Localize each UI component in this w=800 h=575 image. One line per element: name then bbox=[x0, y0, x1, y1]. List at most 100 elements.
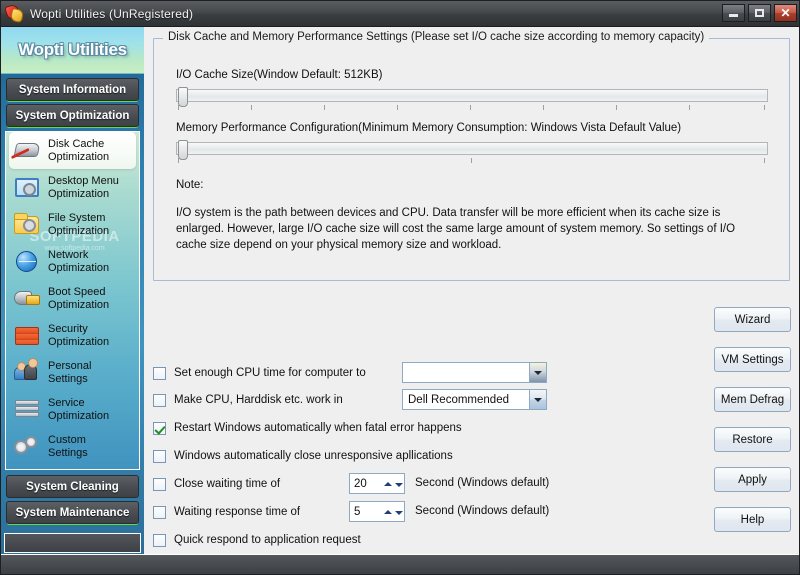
close-icon: ✕ bbox=[780, 6, 791, 20]
option-label: Windows automatically close unresponsive… bbox=[174, 450, 453, 462]
option-row-restart-windows: Restart Windows automatically when fatal… bbox=[153, 418, 462, 438]
sidebar-section-label: System Optimization bbox=[15, 109, 130, 122]
desktop-menu-icon bbox=[11, 173, 43, 203]
option-label: Close waiting time of bbox=[174, 478, 281, 490]
spinner-buttons[interactable] bbox=[382, 502, 404, 521]
note-body: I/O system is the path between devices a… bbox=[176, 207, 736, 251]
unit-label-waiting-response: Second (Windows default) bbox=[415, 505, 550, 517]
option-label: Set enough CPU time for computer to bbox=[174, 367, 366, 379]
checkbox-close-unresponsive-applications[interactable] bbox=[153, 449, 166, 463]
sidebar-section-system-maintenance[interactable]: System Maintenance bbox=[6, 501, 139, 524]
sidebar-item-security-optimization[interactable]: Security Optimization bbox=[6, 317, 139, 354]
sidebar-item-disk-cache-optimization[interactable]: Disk Cache Optimization bbox=[9, 132, 136, 169]
option-row-waiting-response-time: Waiting response time of bbox=[153, 502, 300, 522]
minimize-button[interactable] bbox=[722, 4, 745, 22]
main-panel: Disk Cache and Memory Performance Settin… bbox=[144, 27, 799, 556]
minimize-icon bbox=[729, 14, 738, 17]
option-label: Restart Windows automatically when fatal… bbox=[174, 422, 462, 434]
server-icon bbox=[11, 395, 43, 425]
note-label: Note: bbox=[176, 179, 204, 191]
caret-up-icon[interactable] bbox=[383, 509, 392, 514]
status-bar bbox=[1, 554, 799, 574]
sidebar-section-system-optimization[interactable]: System Optimization bbox=[6, 104, 139, 127]
sidebar-item-file-system-optimization[interactable]: File System Optimization bbox=[6, 206, 139, 243]
sidebar-status-strip bbox=[4, 533, 141, 553]
memory-performance-slider[interactable] bbox=[176, 140, 768, 163]
sidebar-section-label: System Cleaning bbox=[26, 480, 119, 493]
wizard-button[interactable]: Wizard bbox=[714, 307, 791, 332]
io-cache-size-slider[interactable] bbox=[176, 87, 768, 110]
spinner-waiting-response-time[interactable]: 5 bbox=[349, 501, 405, 522]
sidebar-item-label: Security Optimization bbox=[48, 322, 110, 348]
sidebar-item-label: Disk Cache Optimization bbox=[48, 137, 110, 163]
caret-up-icon[interactable] bbox=[383, 481, 392, 486]
combo-cpu-harddisk-mode[interactable]: Dell Recommended bbox=[402, 389, 547, 410]
option-label: Make CPU, Harddisk etc. work in bbox=[174, 394, 343, 406]
sidebar-item-list: SOFTPEDIA www.softpedia.com Disk Cache O… bbox=[5, 131, 140, 470]
combo-value: Dell Recommended bbox=[408, 393, 509, 406]
app-shield-icon bbox=[5, 4, 24, 23]
sidebar-item-label: File System Optimization bbox=[48, 211, 110, 237]
checkbox-quick-respond-to-application-request[interactable] bbox=[153, 533, 166, 547]
folder-icon bbox=[11, 210, 43, 240]
brand-title: Wopti Utilities bbox=[18, 40, 127, 59]
memory-performance-label: Memory Performance Configuration(Minimum… bbox=[176, 122, 682, 134]
checkbox-set-cpu-time[interactable] bbox=[153, 366, 166, 380]
sidebar-item-personal-settings[interactable]: Personal Settings bbox=[6, 354, 139, 391]
sidebar-item-service-optimization[interactable]: Service Optimization bbox=[6, 391, 139, 428]
checkbox-make-cpu-harddisk[interactable] bbox=[153, 393, 166, 407]
title-bar: Wopti Utilities (UnRegistered) ✕ bbox=[1, 1, 799, 27]
slider-thumb[interactable] bbox=[178, 87, 188, 107]
caret-down-icon[interactable] bbox=[394, 511, 403, 515]
sidebar-item-label: Network Optimization bbox=[48, 248, 110, 274]
combo-cpu-time[interactable] bbox=[402, 362, 547, 383]
sidebar-item-custom-settings[interactable]: Custom Settings bbox=[6, 428, 139, 465]
slider-track[interactable] bbox=[176, 89, 768, 102]
checkbox-waiting-response-time[interactable] bbox=[153, 505, 166, 519]
checkbox-close-waiting-time[interactable] bbox=[153, 477, 166, 491]
sidebar-section-label: System Information bbox=[18, 83, 127, 96]
spinner-buttons[interactable] bbox=[382, 474, 404, 493]
disk-icon bbox=[11, 136, 43, 166]
io-cache-size-label: I/O Cache Size(Window Default: 512KB) bbox=[176, 69, 383, 81]
brand-banner: Wopti Utilities bbox=[1, 27, 144, 74]
slider-ticks bbox=[176, 158, 768, 164]
option-row-close-unresponsive: Windows automatically close unresponsive… bbox=[153, 446, 453, 466]
users-icon bbox=[11, 357, 43, 388]
chevron-down-icon[interactable] bbox=[529, 390, 546, 409]
close-button[interactable]: ✕ bbox=[774, 4, 797, 22]
disk-cache-settings-group: Disk Cache and Memory Performance Settin… bbox=[153, 31, 790, 281]
option-label: Quick respond to application request bbox=[174, 534, 361, 546]
spinner-value: 5 bbox=[354, 505, 361, 518]
mem-defrag-button[interactable]: Mem Defrag bbox=[714, 387, 791, 412]
chevron-down-icon[interactable] bbox=[529, 363, 546, 382]
sidebar-item-desktop-menu-optimization[interactable]: Desktop Menu Optimization bbox=[6, 169, 139, 206]
help-button[interactable]: Help bbox=[714, 507, 791, 532]
slider-ticks bbox=[176, 105, 768, 111]
window-title: Wopti Utilities (UnRegistered) bbox=[30, 6, 194, 21]
slider-track[interactable] bbox=[176, 142, 768, 155]
restore-button[interactable]: Restore bbox=[714, 427, 791, 452]
sidebar-item-label: Custom Settings bbox=[48, 433, 88, 459]
sidebar-item-boot-speed-optimization[interactable]: Boot Speed Optimization bbox=[6, 280, 139, 317]
globe-icon bbox=[11, 247, 43, 277]
option-row-quick-respond: Quick respond to application request bbox=[153, 530, 361, 550]
apply-button[interactable]: Apply bbox=[714, 467, 791, 492]
sidebar-item-label: Service Optimization bbox=[48, 396, 110, 422]
firewall-icon bbox=[11, 321, 43, 351]
application-window: Wopti Utilities (UnRegistered) ✕ Wopti U… bbox=[0, 0, 800, 575]
sidebar-item-network-optimization[interactable]: Network Optimization bbox=[6, 243, 139, 280]
sidebar: Wopti Utilities System Information Syste… bbox=[1, 27, 144, 556]
slider-thumb[interactable] bbox=[178, 140, 188, 160]
window-controls: ✕ bbox=[722, 4, 797, 22]
option-row-close-waiting-time: Close waiting time of bbox=[153, 474, 280, 494]
vm-settings-button[interactable]: VM Settings bbox=[714, 347, 791, 372]
sidebar-section-system-information[interactable]: System Information bbox=[6, 78, 139, 101]
option-row-cpu-harddisk: Make CPU, Harddisk etc. work in bbox=[153, 390, 343, 410]
maximize-button[interactable] bbox=[748, 4, 771, 22]
checkbox-restart-windows-on-fatal-error[interactable] bbox=[153, 421, 166, 435]
spinner-close-waiting-time[interactable]: 20 bbox=[349, 473, 405, 494]
sidebar-section-system-cleaning[interactable]: System Cleaning bbox=[6, 475, 139, 498]
caret-down-icon[interactable] bbox=[394, 483, 403, 487]
group-title: Disk Cache and Memory Performance Settin… bbox=[163, 31, 710, 43]
